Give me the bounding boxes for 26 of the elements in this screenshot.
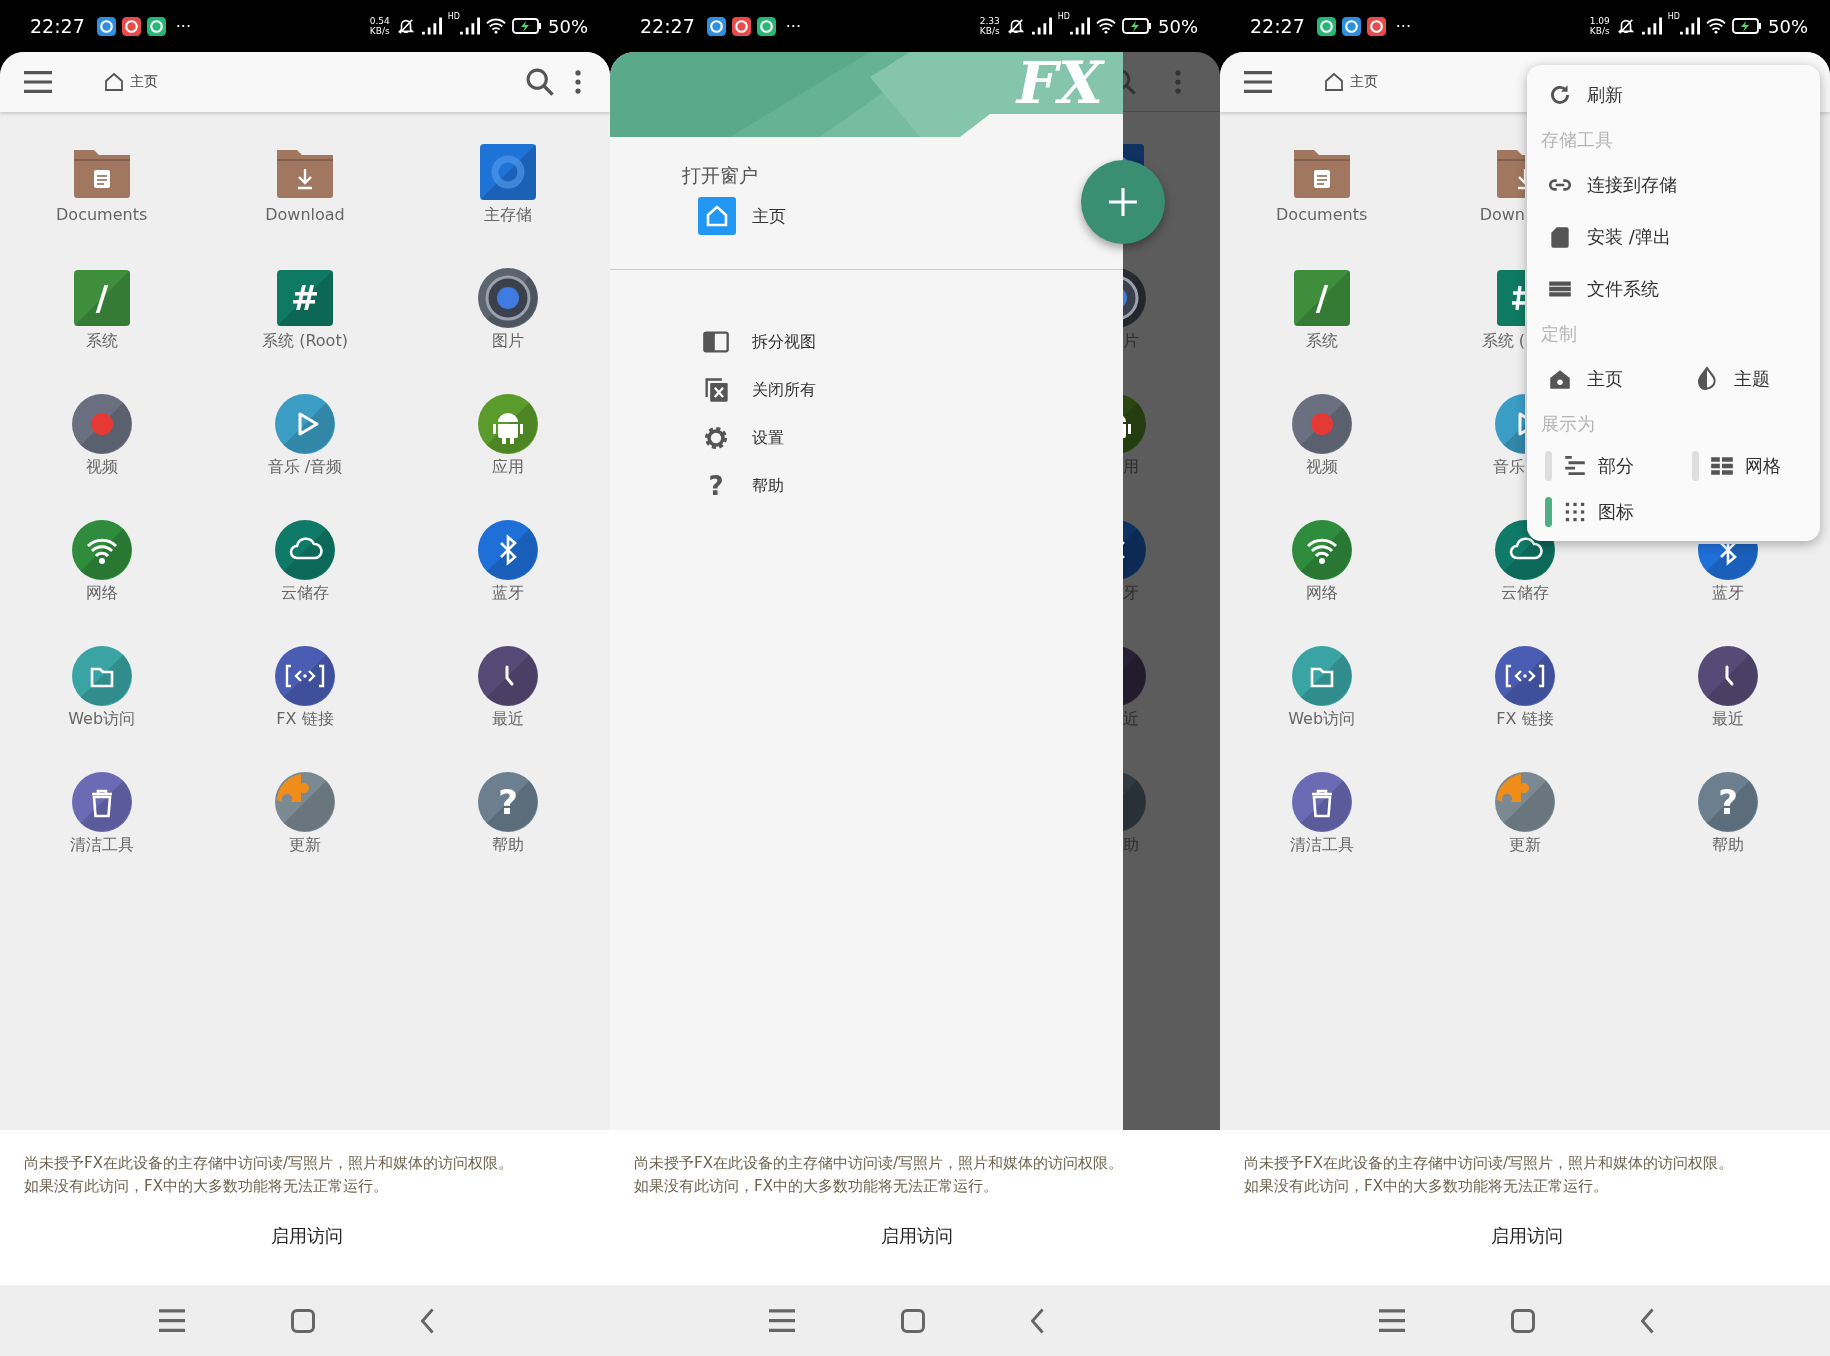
menu-section-header: 展示为	[1540, 412, 1596, 436]
question-icon: ?	[1696, 770, 1761, 834]
question-icon: ?	[476, 770, 541, 834]
help-icon: ?	[702, 471, 730, 501]
menu-section-header: 存储工具	[1540, 128, 1614, 152]
network-type-label: HD	[1667, 12, 1680, 21]
network-speed: 1.09 KB/s	[1589, 16, 1610, 36]
network-speed: 2.33 KB/s	[979, 16, 1000, 36]
battery-percent: 50%	[1158, 15, 1198, 37]
menu-section-header: 定制	[1540, 322, 1578, 346]
permission-message: 尚未授予FX在此设备的主存储中访问读/写照片，照片和媒体的访问权限。 如果没有此访问，FX中的大多数功能将无法正常运行。	[634, 1153, 1124, 1197]
more-notifications: ···	[1395, 16, 1412, 36]
app-logo: FX	[1016, 54, 1103, 112]
clock-time: 22:27	[640, 15, 695, 37]
battery-percent: 50%	[548, 15, 588, 37]
battery-percent: 50%	[1768, 15, 1808, 37]
permission-message: 尚未授予FX在此设备的主存储中访问读/写照片，照片和媒体的访问权限。 如果没有此访问，FX中的大多数功能将无法正常运行。	[24, 1153, 514, 1197]
more-notifications: ···	[785, 16, 802, 36]
network-speed: 0.54 KB/s	[369, 16, 390, 36]
more-notifications: ···	[175, 16, 192, 36]
clock-time: 22:27	[1250, 15, 1305, 37]
network-type-label: HD	[1057, 12, 1070, 21]
section-title: 打开窗户	[682, 163, 759, 188]
permission-message: 尚未授予FX在此设备的主存储中访问读/写照片，照片和媒体的访问权限。 如果没有此访问，FX中的大多数功能将无法正常运行。	[1244, 1153, 1734, 1197]
clock-time: 22:27	[30, 15, 85, 37]
network-type-label: HD	[447, 12, 460, 21]
